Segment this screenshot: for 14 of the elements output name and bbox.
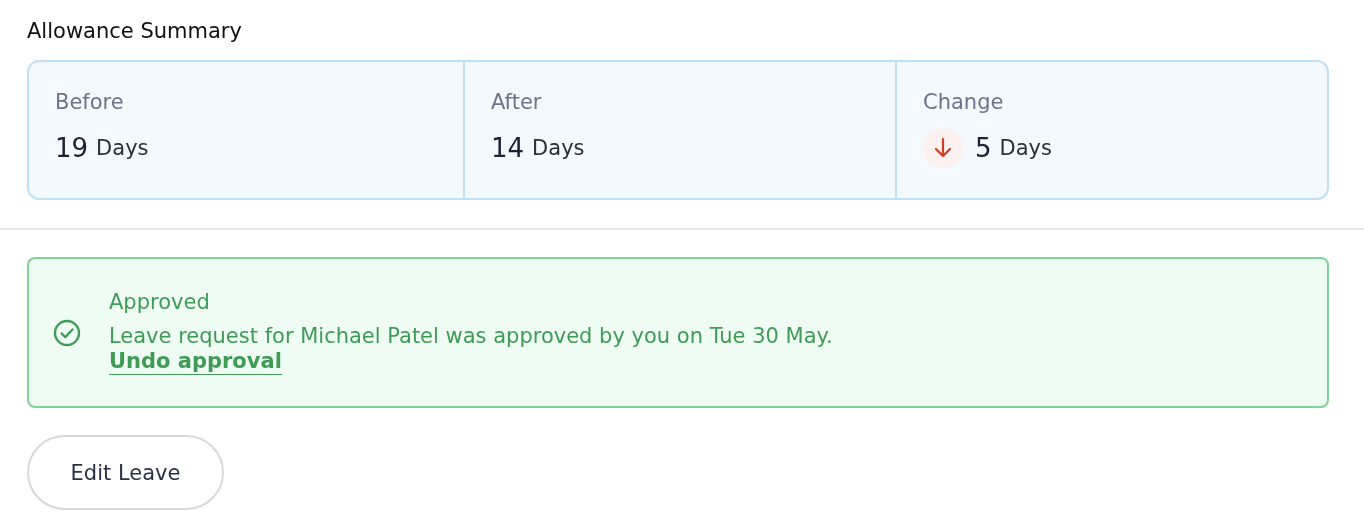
stat-unit: Days [532,136,585,160]
stat-value: 5 [975,133,992,163]
stat-label: Before [55,90,124,114]
stat-value: 14 [491,133,525,163]
alert-message: Leave request for Michael Patel was approved by you on Tue 30 May. [109,324,833,348]
stat-value: 19 [55,133,89,163]
alert-title: Approved [109,290,210,314]
section-title: Allowance Summary [27,18,243,45]
stat-label: Change [923,90,1004,114]
edit-button[interactable]: Edit Leave [27,435,224,510]
stat-unit: Days [999,136,1052,160]
check-circle-icon [53,318,81,347]
stat-unit: Days [96,136,149,160]
stat-label: After [491,90,542,114]
